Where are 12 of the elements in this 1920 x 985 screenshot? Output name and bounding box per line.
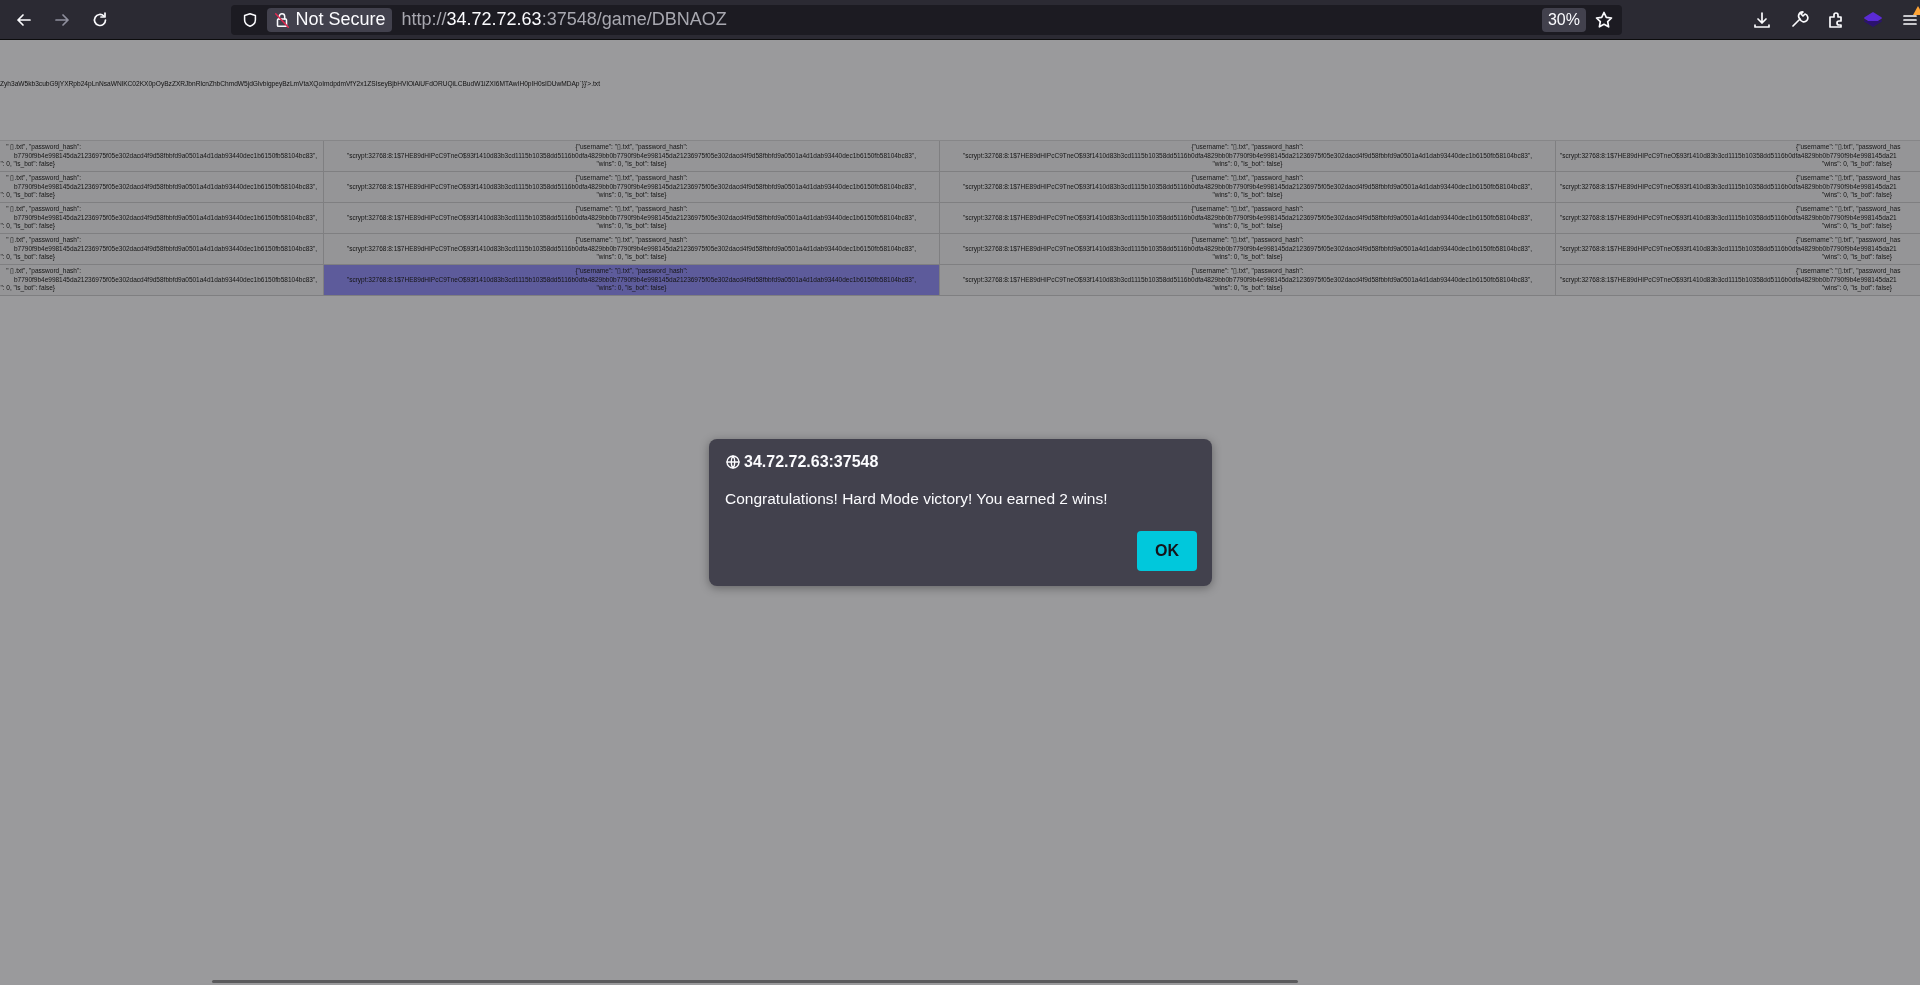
security-indicator[interactable]: Not Secure <box>267 7 392 32</box>
wrench-icon[interactable] <box>1789 9 1809 30</box>
zoom-level[interactable]: 30% <box>1541 7 1586 32</box>
dialog-message: Congratulations! Hard Mode victory! You earned 2 wins! <box>725 490 1109 508</box>
star-icon[interactable] <box>1594 9 1614 30</box>
url-field[interactable]: http://34.72.72.63:37548/game/DBNAOZ <box>401 9 727 30</box>
lock-icon <box>273 10 292 29</box>
dialog-title: 34.72.72.63:37548 <box>744 453 879 471</box>
download-icon[interactable] <box>1752 9 1772 30</box>
globe-icon <box>725 454 741 470</box>
ok-button[interactable]: OK <box>1137 531 1197 571</box>
scrollbar[interactable] <box>212 980 1298 983</box>
